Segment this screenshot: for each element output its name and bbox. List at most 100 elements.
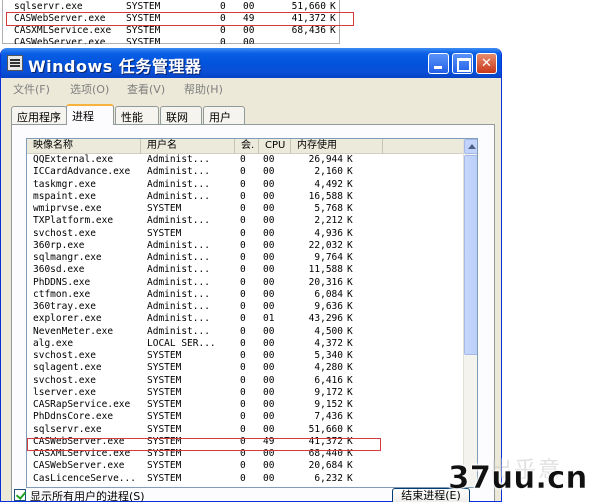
menu-file[interactable]: 文件(F) [13,81,50,97]
cpu-cell: 00 [263,227,275,239]
memory-unit-cell: K [347,313,353,325]
cpu-cell: 00 [263,472,275,484]
table-row[interactable]: PhDDNS.exe Administ... 0 00 20,316 K [27,277,463,289]
table-row[interactable]: sqlagent.exe SYSTEM 0 00 4,280 K [27,362,463,374]
table-row[interactable]: mspaint.exe Administ... 0 00 16,588 K [27,191,463,203]
show-all-checkbox[interactable] [14,489,26,501]
session-cell: 0 [240,362,246,374]
crop-session: 0 [220,37,226,44]
close-button[interactable]: ✕ [476,53,497,74]
user-name-cell: Administ... [147,325,210,337]
table-row[interactable]: 360sd.exe Administ... 0 00 11,588 K [27,264,463,276]
table-row[interactable]: explorer.exe Administ... 0 01 43,296 K [27,313,463,325]
image-name-cell: sqlservr.exe [33,423,102,435]
memory-unit-cell: K [347,362,353,374]
memory-cell: 20,316 [308,276,343,288]
cpu-cell: 00 [263,239,275,251]
table-row[interactable]: lserver.exe SYSTEM 0 00 9,172 K [27,387,463,399]
session-cell: 0 [240,337,246,349]
session-cell: 0 [240,252,246,263]
column-memory[interactable]: 内存使用 [291,139,383,154]
scroll-thumb[interactable] [464,155,477,355]
memory-cell: 5,768 [314,203,343,214]
crop-image-name: CASWebServer.exe [14,37,106,44]
table-row[interactable]: CasLicenceServe... SYSTEM 0 00 6,232 K [27,473,463,485]
column-image-name[interactable]: 映像名称 [27,139,141,154]
user-name-cell: Administ... [147,313,210,325]
cpu-cell: 00 [263,423,275,435]
table-row[interactable]: sqlservr.exe SYSTEM 0 00 51,660 K [27,424,463,436]
scroll-up-button[interactable] [464,139,477,154]
table-row[interactable]: svchost.exe SYSTEM 0 00 6,416 K [27,375,463,387]
memory-unit-cell: K [347,178,353,190]
table-row[interactable]: alg.exe LOCAL SER... 0 00 4,372 K [27,338,463,350]
memory-unit-cell: K [347,411,353,423]
memory-unit-cell: K [347,288,353,300]
memory-unit-cell: K [347,374,353,386]
session-cell: 0 [240,350,246,361]
table-row[interactable]: sqlmangr.exe Administ... 0 00 9,764 K [27,252,463,264]
crop-memory-unit: K [330,25,336,36]
memory-unit-cell: K [347,386,353,398]
user-name-cell: Administ... [147,154,210,165]
user-name-cell: Administ... [147,166,210,178]
memory-cell: 4,372 [314,337,343,349]
session-cell: 0 [240,154,246,165]
cpu-cell: 00 [263,325,275,337]
table-row[interactable]: 360tray.exe Administ... 0 00 9,636 K [27,301,463,313]
tab-networking[interactable]: 联网 [160,106,202,124]
minimize-button[interactable] [428,53,449,74]
vertical-scrollbar[interactable] [463,139,477,487]
table-row[interactable]: ctfmon.exe Administ... 0 00 6,084 K [27,289,463,301]
table-row[interactable]: QQExternal.exe Administ... 0 00 26,944 K [27,154,463,166]
crop-image-name: CASXMLService.exe [14,25,112,36]
title-bar[interactable]: Windows 任务管理器 ✕ [1,48,501,78]
memory-unit-cell: K [347,325,353,337]
tab-users[interactable]: 用户 [203,106,245,124]
column-user-name[interactable]: 用户名 [141,139,235,154]
table-row[interactable]: NevenMeter.exe Administ... 0 00 4,500 K [27,326,463,338]
memory-unit-cell: K [347,472,353,484]
table-row[interactable]: CASWebServer.exe SYSTEM 0 00 20,684 K [27,460,463,472]
process-list[interactable]: 映像名称 用户名 会. CPU 内存使用 QQExternal.exe Admin… [26,138,478,488]
watermark: 出乎意 37uu.cn [420,450,600,502]
crop-cpu: 00 [243,37,255,44]
session-cell: 0 [240,423,246,435]
image-name-cell: QQExternal.exe [33,154,114,165]
menu-options[interactable]: 选项(O) [70,81,109,97]
image-name-cell: svchost.exe [33,350,96,361]
session-cell: 0 [240,313,246,325]
column-session[interactable]: 会. [235,139,259,154]
session-cell: 0 [240,411,246,423]
image-name-cell: CasLicenceServe... [33,472,136,484]
column-cpu[interactable]: CPU [259,139,291,154]
user-name-cell: SYSTEM [147,227,182,239]
table-row[interactable]: PhDdnsCore.exe SYSTEM 0 00 7,436 K [27,411,463,423]
session-cell: 0 [240,166,246,178]
row-highlight-box [27,438,381,451]
table-row[interactable]: taskmgr.exe Administ... 0 00 4,492 K [27,179,463,191]
memory-cell: 6,084 [314,288,343,300]
table-row[interactable]: svchost.exe SYSTEM 0 00 4,936 K [27,228,463,240]
memory-cell: 9,172 [314,386,343,398]
table-row[interactable]: CASRapService.exe SYSTEM 0 00 9,152 K [27,399,463,411]
table-row[interactable]: 360rp.exe Administ... 0 00 22,032 K [27,240,463,252]
session-cell: 0 [240,203,246,214]
crop-session: 0 [220,25,226,36]
user-name-cell: SYSTEM [147,399,182,410]
memory-cell: 43,296 [308,313,343,325]
menu-help[interactable]: 帮助(H) [184,81,223,97]
tab-processes[interactable]: 进程 [66,104,114,125]
tab-applications[interactable]: 应用程序 [11,106,67,124]
memory-cell: 2,212 [314,215,343,227]
image-name-cell: ICCardAdvance.exe [33,166,131,178]
table-row[interactable]: wmiprvse.exe SYSTEM 0 00 5,768 K [27,203,463,215]
menu-view[interactable]: 查看(V) [127,81,165,97]
user-name-cell: SYSTEM [147,386,182,398]
tab-performance[interactable]: 性能 [115,106,159,124]
maximize-button[interactable] [452,53,473,74]
table-row[interactable]: svchost.exe SYSTEM 0 00 5,340 K [27,350,463,362]
table-row[interactable]: ICCardAdvance.exe Administ... 0 00 2,160 K [27,166,463,178]
table-row[interactable]: TXPlatform.exe Administ... 0 00 2,212 K [27,215,463,227]
memory-cell: 9,152 [314,399,343,410]
